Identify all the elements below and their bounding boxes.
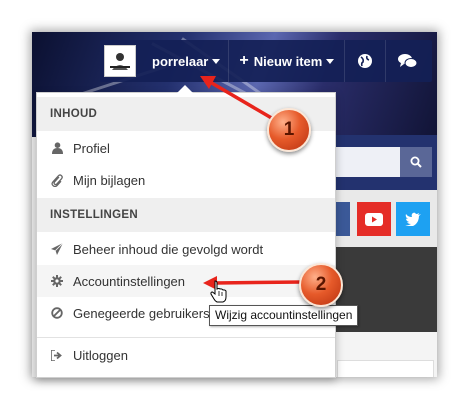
- arrow-2: [203, 276, 303, 290]
- annotation-arrows: [200, 76, 303, 303]
- arrow-1: [200, 76, 276, 122]
- callout-badge-1: 1: [267, 108, 311, 152]
- callout-badge-2: 2: [299, 263, 343, 307]
